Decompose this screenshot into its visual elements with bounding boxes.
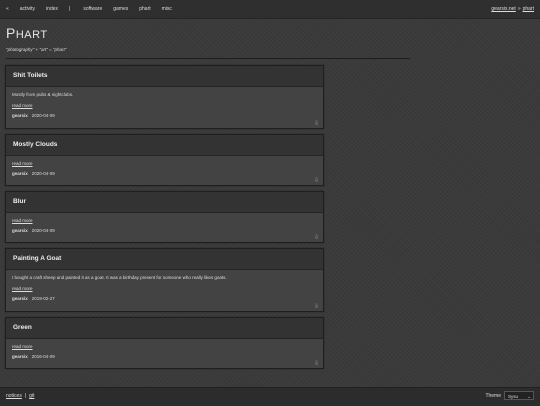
post-author: gearsix: [12, 354, 28, 359]
page-tagline: "photography" + "art" = "phart": [6, 47, 67, 52]
post-date: 2020-04-09: [31, 171, 55, 176]
post-title[interactable]: Shit Toilets: [6, 66, 323, 87]
footer-separator: |: [24, 393, 27, 399]
post-body: read more gearsix 2016-04-09: [6, 339, 323, 359]
nav-item-phart[interactable]: phart: [139, 6, 150, 12]
expand-arrow-icon[interactable]: ⇩: [314, 303, 319, 310]
post-body: read more gearsix 2020-04-09: [6, 156, 323, 176]
theme-select-value: Sysu: [508, 394, 519, 399]
post-card: Shit Toilets Mostly from pubs & nightclu…: [5, 65, 324, 129]
read-more-link[interactable]: read more: [12, 286, 317, 291]
post-card: Blur read more gearsix 2020-04-09 ⇩: [5, 191, 324, 243]
post-body: read more gearsix 2020-04-09: [6, 213, 323, 233]
post-card: Mostly Clouds read more gearsix 2020-04-0…: [5, 134, 324, 186]
post-meta: gearsix 2020-04-09: [12, 113, 317, 118]
post-body: I bought a craft sheep and painted it as…: [6, 270, 323, 301]
theme-control: Theme Sysu ⌄: [485, 391, 534, 400]
footer-link-notices[interactable]: notices: [6, 393, 22, 399]
post-body: Mostly from pubs & nightclubs. read more…: [6, 87, 323, 118]
post-date: 2020-04-09: [31, 228, 55, 233]
expand-arrow-icon[interactable]: ⇩: [314, 360, 319, 367]
post-title[interactable]: Mostly Clouds: [6, 135, 323, 156]
breadcrumb-separator: »: [517, 6, 521, 12]
nav-item-activity[interactable]: activity: [20, 6, 35, 12]
post-author: gearsix: [12, 228, 28, 233]
top-nav-bar: « activity index | software games phart …: [0, 0, 540, 19]
header-divider: [6, 58, 410, 59]
read-more-link[interactable]: read more: [12, 218, 317, 223]
post-card: Green read more gearsix 2016-04-09 ⇩: [5, 317, 324, 369]
post-author: gearsix: [12, 113, 28, 118]
post-author: gearsix: [12, 171, 28, 176]
post-meta: gearsix 2020-04-09: [12, 171, 317, 176]
post-meta: gearsix 2016-04-09: [12, 354, 317, 359]
post-date: 2020-04-09: [31, 113, 55, 118]
post-title[interactable]: Blur: [6, 192, 323, 213]
post-title[interactable]: Painting A Goat: [6, 249, 323, 270]
page-title-initial: P: [6, 25, 16, 41]
nav-item-index[interactable]: index: [46, 6, 58, 12]
footer: notices | git Theme Sysu ⌄: [0, 387, 540, 406]
post-card: Painting A Goat I bought a craft sheep a…: [5, 248, 324, 312]
breadcrumb: gearsix.net» phart: [491, 6, 534, 12]
read-more-link[interactable]: read more: [12, 103, 317, 108]
post-date: 2019-02-27: [31, 296, 55, 301]
theme-select[interactable]: Sysu ⌄: [504, 391, 534, 400]
nav-item-games[interactable]: games: [113, 6, 128, 12]
post-title[interactable]: Green: [6, 318, 323, 339]
page-title: PHART: [6, 25, 48, 41]
nav-home-link[interactable]: «: [6, 6, 9, 12]
page-title-rest: HART: [15, 29, 48, 41]
expand-arrow-icon[interactable]: ⇩: [314, 234, 319, 241]
post-author: gearsix: [12, 296, 28, 301]
breadcrumb-site-link[interactable]: gearsix.net: [491, 6, 515, 12]
post-summary: I bought a craft sheep and painted it as…: [12, 275, 227, 280]
breadcrumb-page-link[interactable]: phart: [523, 6, 534, 12]
footer-link-git[interactable]: git: [29, 393, 34, 399]
nav-separator: |: [69, 6, 71, 12]
post-meta: gearsix 2019-02-27: [12, 296, 317, 301]
main-nav: « activity index | software games phart …: [6, 6, 183, 12]
read-more-link[interactable]: read more: [12, 344, 317, 349]
expand-arrow-icon[interactable]: ⇩: [314, 120, 319, 127]
post-summary: Mostly from pubs & nightclubs.: [12, 92, 74, 97]
nav-item-misc[interactable]: misc: [162, 6, 172, 12]
read-more-link[interactable]: read more: [12, 161, 317, 166]
post-meta: gearsix 2020-04-09: [12, 228, 317, 233]
chevron-down-icon: ⌄: [527, 394, 531, 399]
post-date: 2016-04-09: [31, 354, 55, 359]
expand-arrow-icon[interactable]: ⇩: [314, 177, 319, 184]
footer-links: notices | git: [6, 393, 34, 399]
theme-label: Theme: [485, 392, 501, 399]
nav-item-software[interactable]: software: [83, 6, 102, 12]
